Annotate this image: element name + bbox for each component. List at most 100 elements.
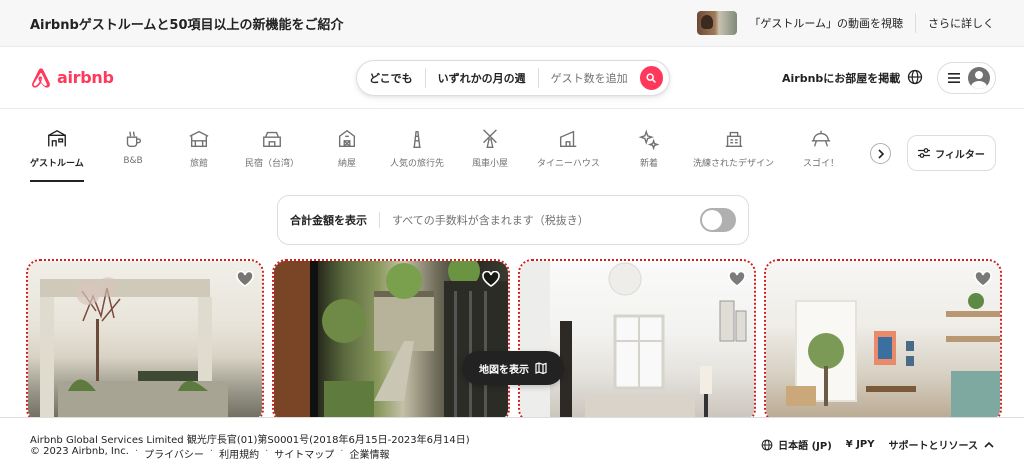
language-selector[interactable]: 日本語 (JP): [778, 437, 832, 452]
active-category-underline: [30, 180, 84, 182]
filter-label: フィルター: [935, 149, 985, 161]
listing-photo[interactable]: [274, 261, 508, 421]
search-button[interactable]: [639, 66, 663, 90]
search-guests[interactable]: ゲスト数を追加: [539, 70, 640, 86]
airbnb-logo-icon: [32, 67, 50, 88]
listing-photo-art: [786, 293, 1000, 421]
minshuku-icon: [263, 131, 281, 148]
category-windmill[interactable]: 風車小屋: [472, 128, 508, 169]
sliders-icon: [918, 148, 931, 158]
category-new[interactable]: 新着: [638, 128, 660, 169]
category-barn[interactable]: 納屋: [336, 128, 358, 169]
total-price-label: 合計金額を表示: [290, 212, 380, 228]
bnb-icon: [126, 131, 141, 148]
privacy-link[interactable]: プライバシー: [144, 446, 204, 461]
host-your-home-link[interactable]: Airbnbにお部屋を掲載: [782, 70, 900, 86]
search-icon: [646, 73, 657, 83]
listing-photo[interactable]: [28, 261, 262, 421]
category-guest-room[interactable]: ゲストルーム: [30, 128, 84, 182]
category-label: 旅館: [189, 159, 208, 169]
watch-video-link[interactable]: 「ゲストルーム」の動画を視聴: [749, 15, 903, 31]
heart-icon[interactable]: [482, 271, 500, 287]
heart-icon[interactable]: [236, 271, 254, 287]
guest-room-icon: [47, 129, 66, 147]
learn-more-link[interactable]: さらに詳しく: [928, 15, 994, 31]
license-text: Airbnb Global Services Limited 観光庁長官(01)…: [30, 435, 470, 446]
total-price-toggle-bar: 合計金額を表示 すべての手数料が含まれます（税抜き）: [277, 195, 749, 245]
category-trending[interactable]: 人気の旅行先: [390, 128, 444, 169]
total-price-description: すべての手数料が含まれます（税抜き）: [392, 214, 589, 227]
listing-photo-art: [274, 261, 508, 421]
trending-icon: [413, 130, 421, 148]
filter-button[interactable]: フィルター: [907, 135, 996, 171]
total-price-toggle[interactable]: [700, 208, 736, 232]
separator: ·: [340, 446, 344, 457]
show-map-button[interactable]: 地図を表示: [462, 351, 564, 385]
ryokan-icon: [189, 130, 209, 148]
category-label: タイニーハウス: [537, 159, 600, 169]
globe-icon[interactable]: [907, 69, 923, 85]
windmill-icon: [483, 129, 497, 148]
category-tiny-house[interactable]: タイニーハウス: [537, 128, 600, 169]
video-thumbnail[interactable]: [697, 11, 738, 35]
footer-settings: 日本語 (JP) ¥ JPY サポートとリソース: [761, 437, 994, 452]
omg-icon: [811, 130, 831, 147]
map-icon: [535, 362, 547, 374]
footer-links: © 2023 Airbnb, Inc. · プライバシー · 利用規約 · サイ…: [30, 446, 389, 461]
separator: ·: [209, 446, 214, 457]
announcement-title: Airbnbゲストルームと50項目以上の新機能をご紹介: [30, 17, 344, 33]
category-label: ゲストルーム: [30, 159, 84, 169]
listing-photo-art: [520, 261, 747, 421]
heart-icon[interactable]: [728, 271, 746, 287]
listing-card[interactable]: [272, 259, 510, 423]
tiny-house-icon: [560, 130, 577, 148]
announcement-bar: Airbnbゲストルームと50項目以上の新機能をご紹介 「ゲストルーム」の動画を…: [0, 0, 1024, 47]
listing-photo[interactable]: [520, 261, 754, 421]
copyright-text: © 2023 Airbnb, Inc.: [30, 446, 129, 457]
divider: [915, 13, 916, 33]
category-omg[interactable]: スゴイ！: [803, 128, 839, 169]
chevron-right-icon: [877, 148, 884, 159]
hamburger-menu-icon: [948, 73, 960, 83]
sitemap-link[interactable]: サイトマップ: [274, 446, 334, 461]
user-avatar-icon: [968, 67, 990, 89]
category-label: 民宿（台湾）: [245, 159, 300, 169]
user-menu-button[interactable]: [937, 62, 996, 94]
show-map-label: 地図を表示: [479, 364, 529, 376]
site-header: airbnb どこでも いずれかの月の週 ゲスト数を追加 Airbnbにお部屋を…: [0, 47, 1024, 109]
category-label: スゴイ！: [803, 159, 840, 169]
design-icon: [725, 131, 742, 148]
category-label: 風車小屋: [472, 159, 509, 169]
new-icon: [638, 129, 660, 150]
category-scroll-next-button[interactable]: [870, 143, 891, 164]
company-info-link[interactable]: 企業情報: [349, 446, 389, 461]
site-footer: Airbnb Global Services Limited 観光庁長官(01)…: [0, 417, 1024, 468]
heart-icon[interactable]: [974, 271, 992, 287]
category-label: 新着: [639, 159, 658, 169]
category-bnb[interactable]: B&B: [122, 128, 144, 166]
category-label: 人気の旅行先: [390, 159, 445, 169]
listing-card[interactable]: [26, 259, 264, 423]
category-ryokan[interactable]: 旅館: [188, 128, 210, 169]
category-label: 洗練されたデザイン: [693, 159, 775, 169]
listing-photo-art: [40, 277, 228, 421]
logo-text: airbnb: [57, 68, 114, 87]
currency-selector[interactable]: ¥ JPY: [846, 439, 875, 450]
listing-card[interactable]: [764, 259, 1002, 423]
listing-card[interactable]: [518, 259, 756, 423]
search-where[interactable]: どこでも: [357, 70, 425, 86]
category-label: 納屋: [337, 159, 356, 169]
category-bar: ゲストルーム B&B 旅館 民宿（台湾） 納屋 人気の旅行先 風車小屋 タイニー…: [30, 128, 890, 184]
category-label: B&B: [123, 156, 143, 166]
category-design[interactable]: 洗練されたデザイン: [693, 128, 774, 169]
category-minshuku[interactable]: 民宿（台湾）: [245, 128, 299, 169]
support-resources-link[interactable]: サポートとリソース: [889, 437, 979, 452]
separator: ·: [265, 446, 269, 457]
search-when[interactable]: いずれかの月の週: [426, 70, 538, 86]
chevron-up-icon[interactable]: [984, 441, 994, 449]
airbnb-logo[interactable]: airbnb: [30, 66, 114, 90]
listing-photo[interactable]: [766, 261, 1000, 421]
search-bar[interactable]: どこでも いずれかの月の週 ゲスト数を追加: [356, 60, 670, 96]
barn-icon: [338, 129, 356, 148]
terms-link[interactable]: 利用規約: [219, 446, 259, 461]
